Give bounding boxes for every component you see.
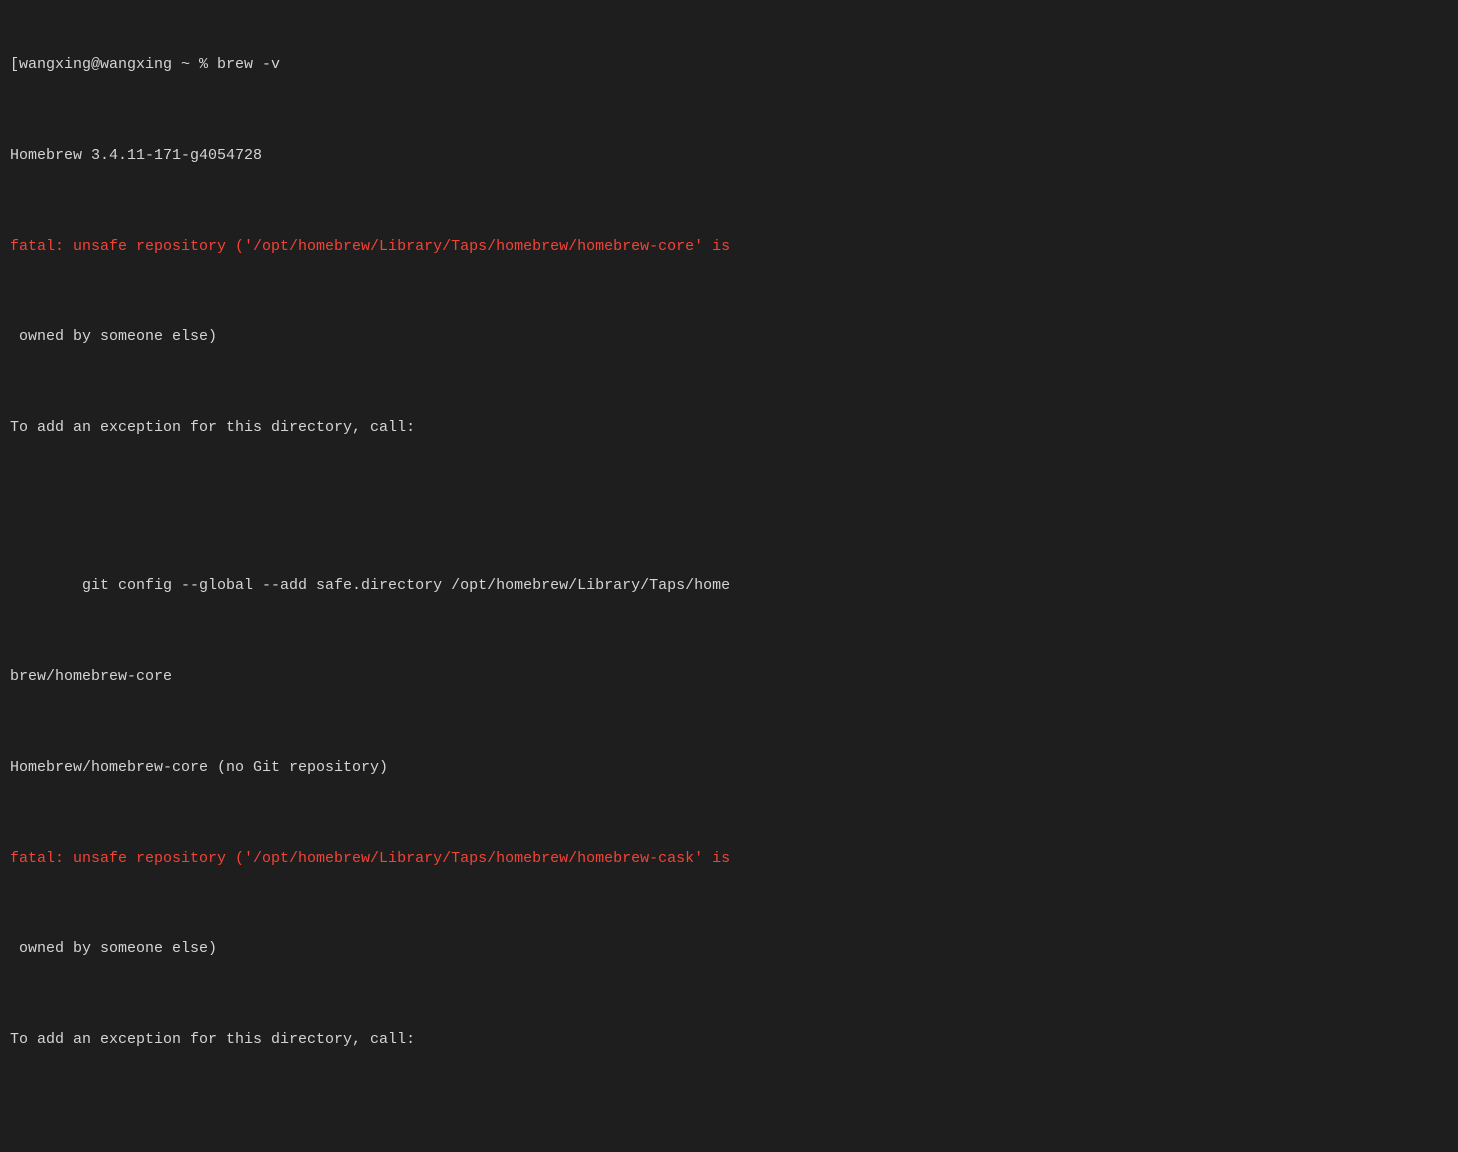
terminal-line-1: [wangxing@wangxing ~ % brew -v: [10, 53, 1448, 76]
terminal-line-11: owned by someone else): [10, 937, 1448, 960]
terminal-window: [wangxing@wangxing ~ % brew -v Homebrew …: [0, 0, 1458, 1152]
terminal-line-8: brew/homebrew-core: [10, 665, 1448, 688]
terminal-line-7: git config --global --add safe.directory…: [10, 574, 1448, 597]
terminal-line-3: fatal: unsafe repository ('/opt/homebrew…: [10, 235, 1448, 258]
terminal-line-2: Homebrew 3.4.11-171-g4054728: [10, 144, 1448, 167]
terminal-line-5: To add an exception for this directory, …: [10, 416, 1448, 439]
terminal-line-4: owned by someone else): [10, 325, 1448, 348]
terminal-line-10: fatal: unsafe repository ('/opt/homebrew…: [10, 847, 1448, 870]
terminal-line-9: Homebrew/homebrew-core (no Git repositor…: [10, 756, 1448, 779]
terminal-line-12: To add an exception for this directory, …: [10, 1028, 1448, 1051]
